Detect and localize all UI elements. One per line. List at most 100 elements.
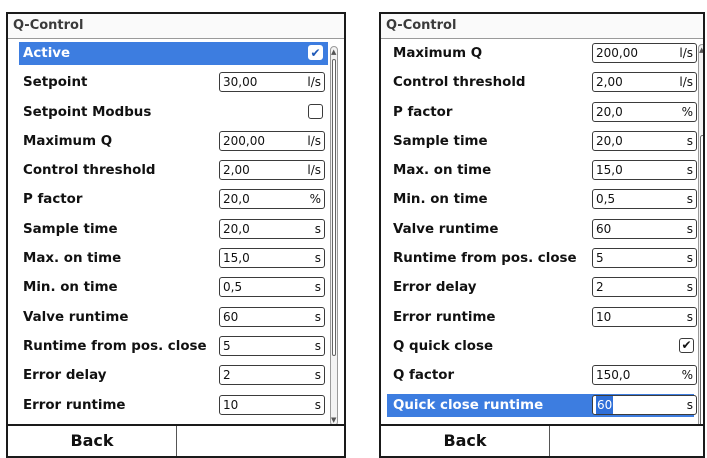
field-unit: s (314, 221, 321, 236)
field-unit: s (314, 280, 321, 295)
setting-row[interactable]: Q quick close ✔ (381, 332, 703, 361)
value-field[interactable]: 20,0 s (592, 130, 697, 151)
field-value: 20,0 (223, 221, 250, 236)
field-unit: l/s (307, 133, 321, 148)
setting-row[interactable]: Quick close runtime 60 s (381, 391, 703, 420)
setting-label: Min. on time (393, 192, 488, 208)
field-unit: % (309, 192, 321, 207)
field-unit: s (314, 338, 321, 353)
setting-row[interactable]: Sample time 20,0 s (381, 127, 703, 156)
value-field[interactable]: 200,00 l/s (219, 130, 325, 151)
value-field[interactable]: 20,0 s (219, 218, 325, 239)
field-unit: l/s (679, 75, 693, 90)
setting-label: Max. on time (393, 163, 492, 179)
setting-row[interactable]: Maximum Q 200,00 l/s (381, 39, 703, 68)
setting-row[interactable]: Max. on time 15,0 s (381, 156, 703, 185)
field-value: 5 (223, 338, 231, 353)
setting-row[interactable]: Valve runtime 60 s (381, 215, 703, 244)
value-field[interactable]: 30,00 l/s (219, 72, 325, 93)
setting-label: Setpoint Modbus (23, 104, 152, 120)
value-field[interactable]: 10 s (219, 394, 325, 415)
value-field[interactable]: 15,0 s (219, 248, 325, 269)
scrollbar-thumb[interactable] (700, 135, 703, 427)
field-value: 60 (596, 395, 614, 414)
setting-label: Maximum Q (23, 133, 113, 149)
setting-row[interactable]: Error delay 2 s (8, 361, 344, 390)
field-unit: l/s (307, 163, 321, 178)
setting-row[interactable]: Sample time 20,0 s (8, 215, 344, 244)
softkey-button[interactable] (550, 426, 703, 456)
value-field[interactable]: 10 s (592, 306, 697, 327)
setting-row[interactable]: Min. on time 0,5 s (381, 185, 703, 214)
back-button[interactable]: Back (8, 426, 177, 456)
field-value: 20,0 (596, 133, 623, 148)
setting-row[interactable]: Q factor 150,0% (381, 361, 703, 390)
setting-row[interactable]: Setpoint Modbus (8, 98, 344, 127)
setting-row[interactable]: P factor 20,0% (381, 98, 703, 127)
panel-title: Q-Control (8, 14, 344, 39)
field-value: 200,00 (223, 133, 265, 148)
field-value: 200,00 (596, 46, 638, 60)
field-unit: % (681, 368, 693, 383)
setting-label: Active (23, 46, 71, 61)
scroll-up-arrow-icon[interactable]: ▲ (699, 46, 703, 54)
field-value: 20,0 (223, 192, 250, 207)
value-field[interactable]: 60 s (592, 218, 697, 239)
field-value: 60 (223, 309, 239, 324)
setting-label: Sample time (23, 221, 118, 237)
setting-row[interactable]: Runtime from pos. close 5 s (381, 244, 703, 273)
setting-label: Q quick close (393, 338, 494, 354)
field-value: 2,00 (596, 75, 623, 90)
value-field[interactable]: 2s (219, 365, 325, 386)
scroll-up-arrow-icon[interactable]: ▲ (331, 48, 336, 56)
setting-row[interactable]: Error runtime 10 s (381, 303, 703, 332)
field-unit: l/s (679, 46, 693, 60)
value-field[interactable]: 15,0 s (592, 160, 697, 181)
value-field[interactable]: 2,00 l/s (592, 72, 697, 93)
softkey-button[interactable] (177, 426, 344, 456)
setting-row[interactable]: Min. on time 0,5 s (8, 273, 344, 302)
value-field[interactable]: 20,0% (219, 189, 325, 210)
checkbox[interactable]: ✔ (679, 337, 694, 353)
value-field[interactable]: 2s (592, 277, 697, 298)
left-panel: Q-Control Active ✔ Setpoint 30,00 l/s Setpoin… (6, 12, 346, 458)
setting-row[interactable]: Control threshold 2,00 l/s (381, 68, 703, 97)
field-value: 20,0 (596, 104, 623, 119)
field-unit: s (314, 309, 321, 324)
setting-row[interactable]: Setpoint 30,00 l/s (8, 68, 344, 97)
setting-row[interactable]: Active ✔ (8, 39, 344, 68)
value-field[interactable]: 5s (592, 248, 697, 269)
value-field[interactable]: 0,5 s (592, 189, 697, 210)
setting-row[interactable]: P factor 20,0% (8, 185, 344, 214)
field-value: 30,00 (223, 75, 258, 90)
value-field[interactable]: 2,00 l/s (219, 160, 325, 181)
setting-row[interactable]: Max. on time 15,0 s (8, 244, 344, 273)
setting-row[interactable]: Maximum Q 200,00 l/s (8, 127, 344, 156)
value-field[interactable]: 20,0% (592, 101, 697, 122)
back-button[interactable]: Back (381, 426, 550, 456)
setting-row[interactable]: Error delay 2 s (381, 273, 703, 302)
field-unit: s (686, 192, 693, 207)
setting-label: Control threshold (23, 163, 156, 179)
field-unit: s (686, 163, 693, 178)
setting-row[interactable]: Valve runtime 60 s (8, 303, 344, 332)
setting-row[interactable]: Control threshold 2,00 l/s (8, 156, 344, 185)
scroll-down-arrow-icon[interactable]: ▼ (331, 416, 336, 424)
setting-row[interactable]: Error runtime 10 s (8, 391, 344, 420)
value-field[interactable]: 60 s (592, 394, 697, 415)
checkbox[interactable]: ✔ (308, 45, 323, 60)
setting-label: Control threshold (393, 75, 526, 91)
setting-row[interactable]: Runtime from pos. close 5 s (8, 332, 344, 361)
scrollbar[interactable]: ▲ ▼ (330, 46, 338, 426)
checkbox[interactable] (308, 103, 323, 119)
value-field[interactable]: 200,00 l/s (592, 43, 697, 63)
value-field[interactable]: 0,5 s (219, 277, 325, 298)
scrollbar[interactable]: ▲ (698, 44, 703, 428)
value-field[interactable]: 5s (219, 335, 325, 356)
field-value: 150,0 (596, 368, 631, 383)
scrollbar-thumb[interactable] (332, 59, 336, 356)
value-field[interactable]: 150,0% (592, 365, 697, 386)
value-field[interactable]: 60 s (219, 306, 325, 327)
setting-label: Q factor (393, 368, 455, 384)
field-value: 10 (596, 309, 612, 324)
